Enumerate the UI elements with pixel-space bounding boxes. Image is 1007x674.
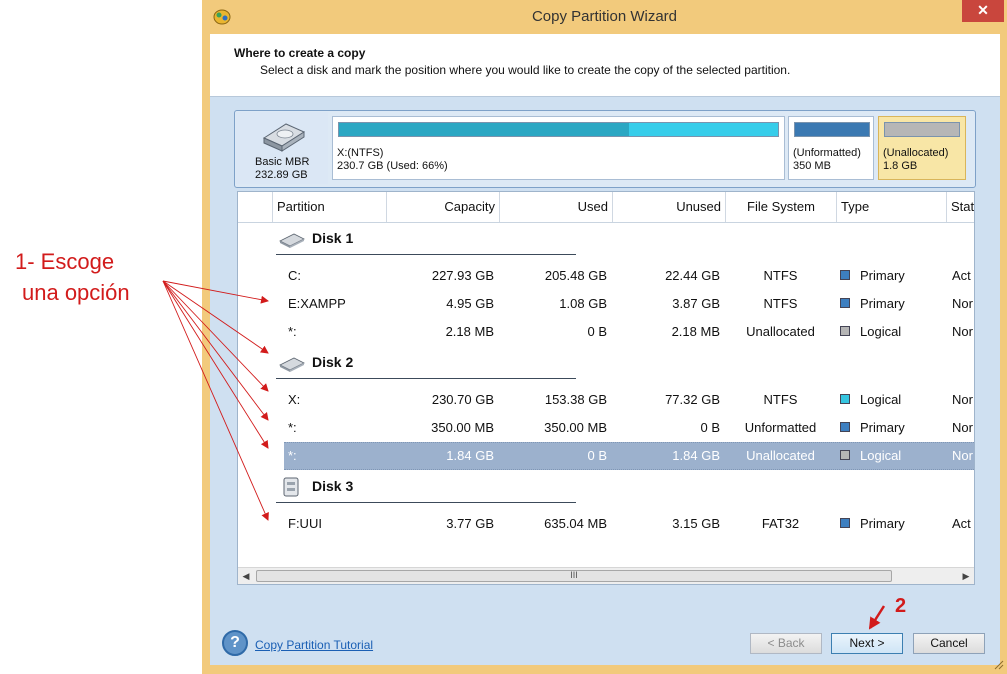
annotation-step2: 2	[895, 595, 906, 617]
annotation-arrows: 2	[162, 280, 906, 630]
arrow-to-unformatted	[162, 280, 269, 421]
arrow-to-x	[162, 280, 269, 392]
arrow-to-next	[868, 605, 886, 630]
arrow-to-unallocated-2	[162, 280, 269, 449]
